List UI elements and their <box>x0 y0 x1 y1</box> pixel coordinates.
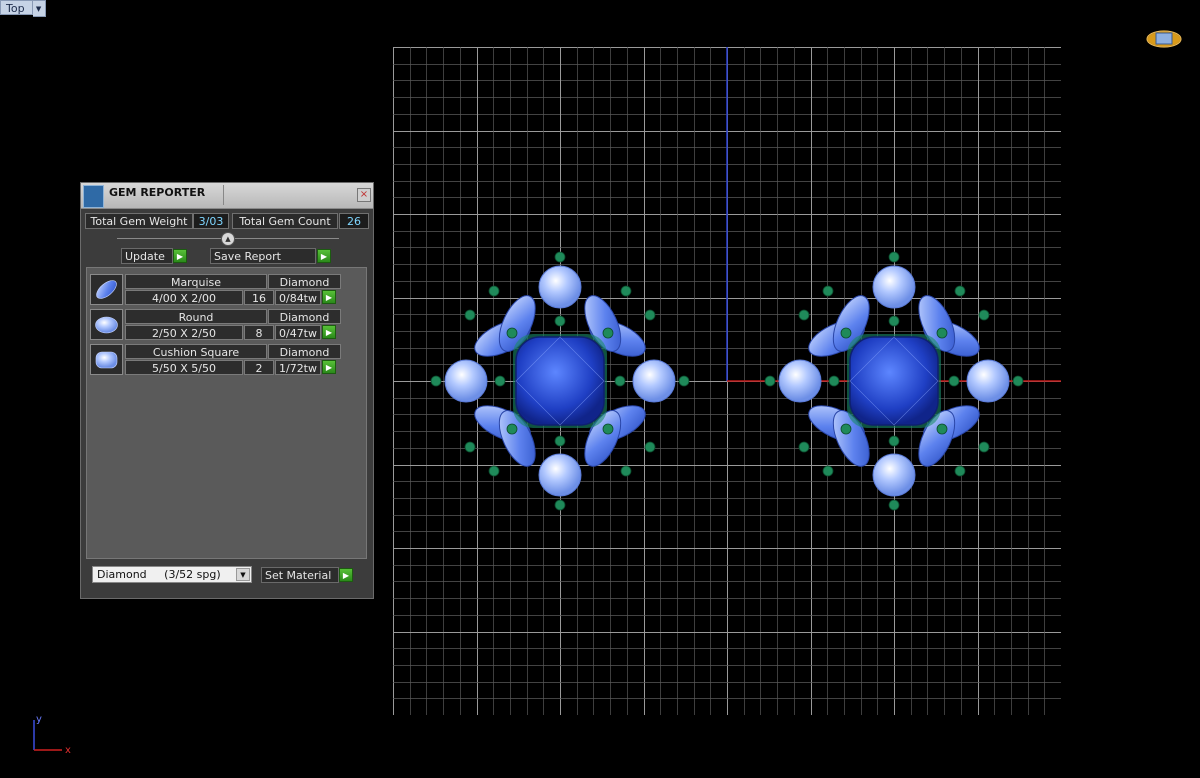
save-report-go-button[interactable]: ▶ <box>317 249 331 263</box>
gem-count: 16 <box>244 290 274 305</box>
axis-y-label: y <box>36 714 42 725</box>
marquise-gem-icon <box>90 274 123 305</box>
axis-x-label: x <box>65 745 71 756</box>
gem-material: Diamond <box>268 309 341 324</box>
slider-handle[interactable]: ▲ <box>221 232 235 246</box>
gem-reporter-logo-icon <box>83 185 104 208</box>
gem-row-go-button[interactable]: ▶ <box>322 325 336 339</box>
gem-size: 4/00 X 2/00 <box>125 290 243 305</box>
panel-title: GEM REPORTER <box>109 186 206 199</box>
gem-list: Marquise Diamond 4/00 X 2/00 16 0/84tw ▶… <box>86 267 367 559</box>
close-icon[interactable]: × <box>357 188 371 202</box>
update-button-label[interactable]: Update <box>121 248 173 264</box>
gem-material: Diamond <box>268 344 341 359</box>
gem-row[interactable]: Round Diamond 2/50 X 2/50 8 0/47tw ▶ <box>90 309 344 342</box>
gem-weight: 1/72tw <box>275 360 321 375</box>
earring-model-left[interactable] <box>430 251 690 511</box>
gem-shape: Round <box>125 309 267 324</box>
chevron-down-icon[interactable]: ▼ <box>32 0 46 17</box>
gem-size: 2/50 X 2/50 <box>125 325 243 340</box>
gem-count: 2 <box>244 360 274 375</box>
gem-row[interactable]: Cushion Square Diamond 5/50 X 5/50 2 1/7… <box>90 344 344 377</box>
gem-weight: 0/47tw <box>275 325 321 340</box>
gem-shape: Cushion Square <box>125 344 267 359</box>
gem-count: 8 <box>244 325 274 340</box>
total-count-label: Total Gem Count <box>232 213 338 229</box>
chevron-down-icon[interactable]: ▼ <box>236 568 250 581</box>
save-report-button-label[interactable]: Save Report <box>210 248 316 264</box>
viewport-grid[interactable] <box>393 47 1061 715</box>
total-count-value: 26 <box>339 213 369 229</box>
viewport-name[interactable]: Top <box>0 0 33 15</box>
set-material-go-button[interactable]: ▶ <box>339 568 353 582</box>
material-select-value: Diamond (3/52 spg) <box>97 568 221 581</box>
set-material-button-label[interactable]: Set Material <box>261 567 339 583</box>
round-gem-icon <box>90 309 123 340</box>
gem-row-go-button[interactable]: ▶ <box>322 360 336 374</box>
gem-row[interactable]: Marquise Diamond 4/00 X 2/00 16 0/84tw ▶ <box>90 274 344 307</box>
gem-row-go-button[interactable]: ▶ <box>322 290 336 304</box>
gem-reporter-panel: GEM REPORTER × Total Gem Weight 3/03 Tot… <box>80 182 374 599</box>
total-weight-value: 3/03 <box>193 213 229 229</box>
navigation-cube-icon[interactable] <box>1145 28 1183 50</box>
gem-material: Diamond <box>268 274 341 289</box>
total-weight-label: Total Gem Weight <box>85 213 193 229</box>
axis-indicator: y x <box>33 714 71 756</box>
gem-size: 5/50 X 5/50 <box>125 360 243 375</box>
material-select[interactable]: Diamond (3/52 spg) ▼ <box>92 566 252 583</box>
cushion-gem-icon <box>90 344 123 375</box>
gem-shape: Marquise <box>125 274 267 289</box>
panel-titlebar[interactable]: GEM REPORTER × <box>81 183 373 209</box>
titlebar-divider <box>223 185 224 205</box>
viewport-tab[interactable]: Top ▼ <box>0 0 46 17</box>
update-go-button[interactable]: ▶ <box>173 249 187 263</box>
earring-model-right[interactable] <box>764 251 1024 511</box>
gem-weight: 0/84tw <box>275 290 321 305</box>
